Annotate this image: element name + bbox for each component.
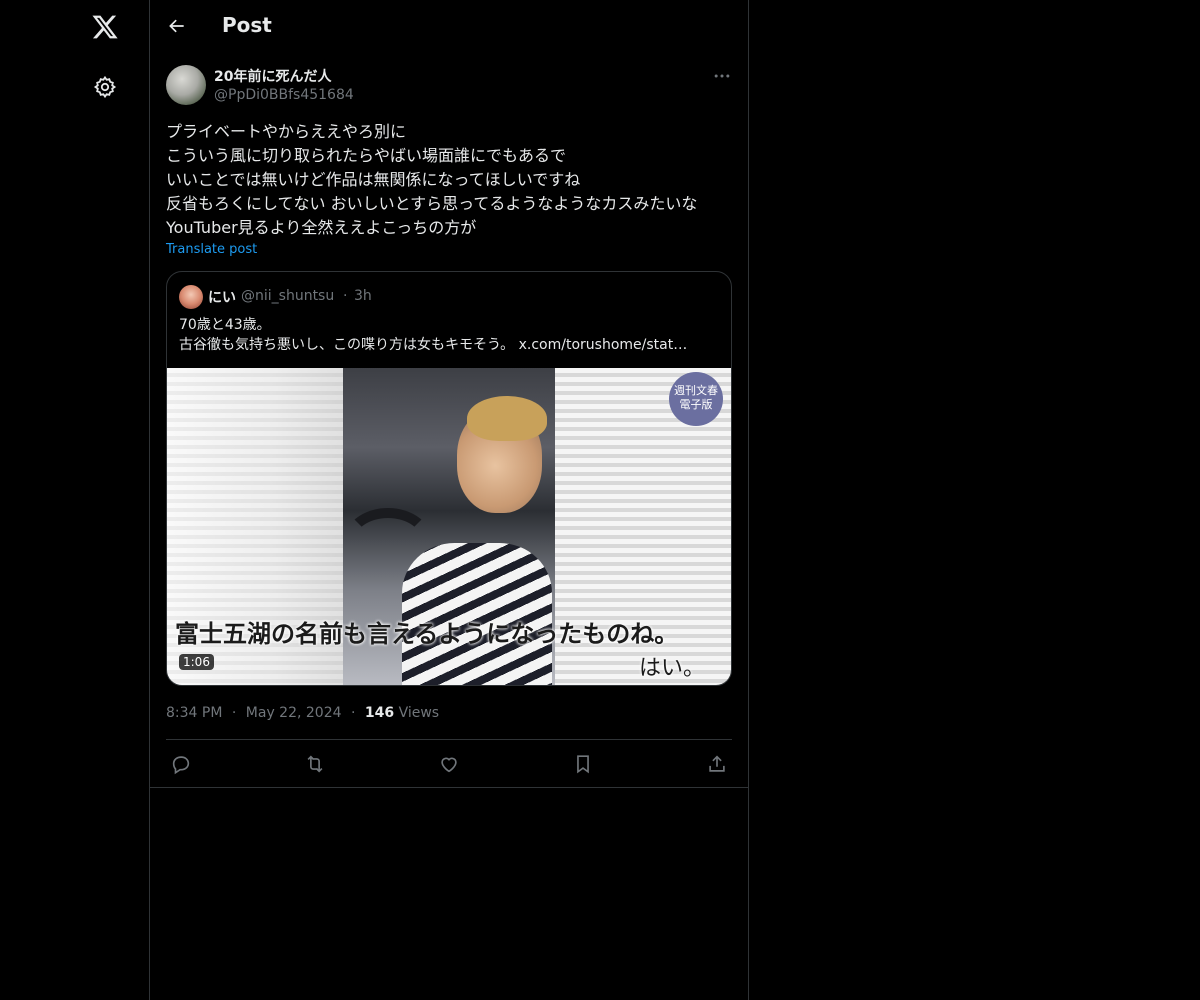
views-label: Views bbox=[398, 705, 440, 721]
post-date[interactable]: May 22, 2024 bbox=[246, 705, 342, 721]
quote-timestamp[interactable]: 3h bbox=[354, 288, 372, 304]
translate-post-link[interactable]: Translate post bbox=[166, 242, 257, 257]
bookmark-icon[interactable] bbox=[572, 753, 594, 775]
quote-text-line: 70歳と43歳。 bbox=[179, 317, 271, 333]
gear-icon[interactable] bbox=[93, 75, 117, 99]
post: 20年前に死んだ人 @PpDi0BBfs451684 プライベートやからええやろ… bbox=[150, 54, 748, 788]
post-text-line: いいことでは無いけど作品は無関係になってほしいですね bbox=[166, 170, 581, 189]
quoted-post[interactable]: にい @nii_shuntsu · 3h 70歳と43歳。 古谷徹も気持ち悪いし… bbox=[166, 271, 732, 686]
avatar[interactable] bbox=[166, 65, 206, 105]
page-header: Post bbox=[150, 0, 748, 54]
quote-author-name[interactable]: にい bbox=[208, 287, 236, 307]
quote-text-line: 古谷徹も気持ち悪いし、この喋り方は女もキモそう。 x.com/torushome… bbox=[179, 334, 719, 354]
views-count: 146 bbox=[364, 705, 395, 721]
video-player[interactable]: 週刊文春 電子版 富士五湖の名前も言えるようになったものね。 はい。 1:06 bbox=[167, 368, 731, 685]
reply-icon[interactable] bbox=[170, 753, 192, 775]
ellipsis-icon[interactable] bbox=[712, 66, 732, 86]
left-nav bbox=[0, 0, 150, 1000]
x-logo-icon[interactable] bbox=[91, 13, 119, 41]
publisher-badge: 週刊文春 電子版 bbox=[669, 372, 723, 426]
post-text-line: 反省もろくにしてない おいしいとすら思ってるようなようなカスみたいな bbox=[166, 194, 698, 213]
repost-icon[interactable] bbox=[304, 753, 326, 775]
post-text-line: YouTuber見るより全然ええよこっちの方が bbox=[166, 218, 477, 237]
badge-line: 電子版 bbox=[679, 398, 713, 411]
page-title: Post bbox=[222, 13, 272, 37]
heart-icon[interactable] bbox=[438, 753, 460, 775]
action-bar bbox=[166, 739, 732, 788]
badge-line: 週刊文春 bbox=[674, 384, 718, 397]
main-column: Post 20年前に死んだ人 @PpDi0BBfs451684 プライベートやか… bbox=[149, 0, 749, 1000]
author-handle[interactable]: @PpDi0BBfs451684 bbox=[214, 87, 354, 103]
post-text-line: こういう風に切り取られたらやばい場面誰にでもあるで bbox=[166, 146, 567, 165]
quote-link[interactable]: x.com/torushome/stat… bbox=[519, 337, 688, 353]
separator-dot: · bbox=[350, 705, 356, 721]
quote-author-handle[interactable]: @nii_shuntsu bbox=[241, 288, 334, 304]
quote-text: 古谷徹も気持ち悪いし、この喋り方は女もキモそう。 bbox=[179, 337, 515, 353]
separator-dot: · bbox=[231, 705, 237, 721]
post-time[interactable]: 8:34 PM bbox=[166, 705, 222, 721]
share-icon[interactable] bbox=[706, 753, 728, 775]
quote-avatar[interactable] bbox=[179, 285, 203, 309]
video-subtitle-reply: はい。 bbox=[639, 656, 706, 681]
author-name[interactable]: 20年前に死んだ人 bbox=[214, 66, 331, 86]
separator-dot: · bbox=[343, 288, 348, 304]
post-meta: 8:34 PM · May 22, 2024 · 146 Views bbox=[166, 705, 439, 721]
post-text-line: プライベートやからええやろ別に bbox=[166, 122, 407, 141]
video-duration: 1:06 bbox=[179, 654, 214, 670]
video-subtitle: 富士五湖の名前も言えるようになったものね。 bbox=[175, 620, 679, 648]
arrow-left-icon[interactable] bbox=[167, 16, 187, 36]
person-hair bbox=[467, 396, 547, 441]
post-text: プライベートやからええやろ別に こういう風に切り取られたらやばい場面誰にでもある… bbox=[166, 120, 736, 240]
